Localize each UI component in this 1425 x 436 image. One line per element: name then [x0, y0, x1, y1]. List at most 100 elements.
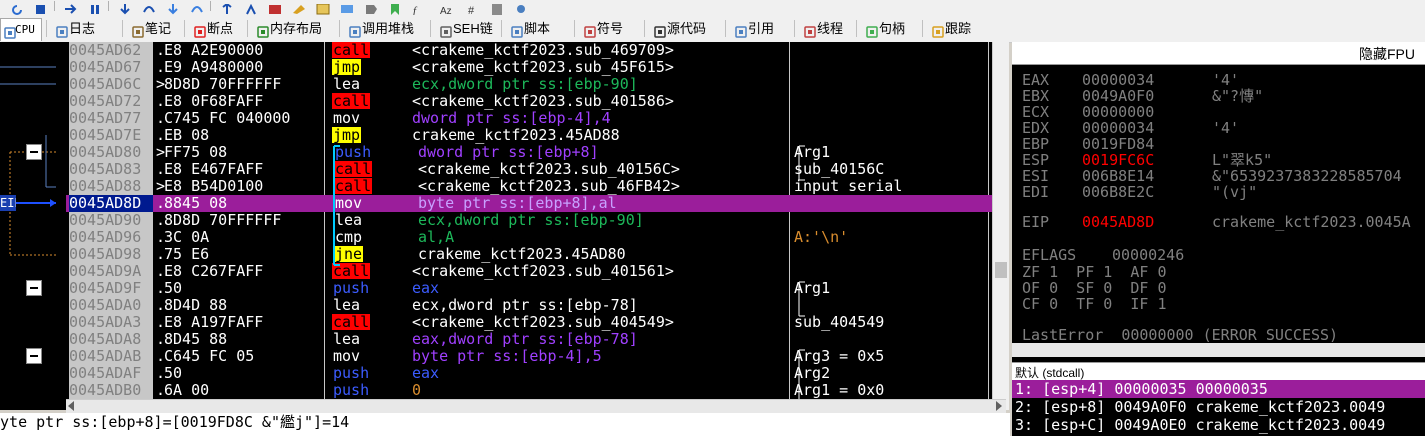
run-icon[interactable] [64, 0, 78, 14]
register-name: EDX [1022, 119, 1050, 137]
stack-args-header[interactable]: 默认 (stdcall) [1012, 362, 1425, 381]
scrollbar-thumb[interactable] [995, 262, 1007, 278]
step-into-alt-icon[interactable] [166, 0, 180, 15]
register-row[interactable]: EBX 0049A0F0 &"?慱" [1022, 88, 1422, 104]
registers-header[interactable]: 隐藏FPU [1012, 42, 1425, 65]
disassembly-vertical-scrollbar[interactable] [992, 42, 1009, 410]
register-row[interactable]: ESI 006B8E14 &"6539237383228585704 [1022, 168, 1422, 184]
collapse-toggle[interactable] [26, 348, 42, 364]
eflags-name: EFLAGS [1022, 246, 1077, 264]
tab-label: 笔记 [145, 21, 172, 36]
register-value[interactable]: 0045AD8D [1082, 214, 1154, 230]
tab-label: 断点 [207, 21, 234, 36]
tab-memory-map[interactable]: 内存布局 [253, 18, 337, 40]
tab-threads[interactable]: 线程 [800, 18, 854, 40]
register-name: EBX [1022, 87, 1050, 105]
tab-log[interactable]: 日志 [52, 18, 120, 40]
register-row[interactable]: EDI 006B8E2C "(vj" [1022, 184, 1422, 200]
last-error: LastError 00000000 (ERROR_SUCCESS) [1022, 326, 1339, 344]
stack-arg-row[interactable]: 2: [esp+8] 0049A0F0 crakeme_kctf2023.004… [1012, 398, 1425, 416]
function-icon[interactable]: f [412, 0, 426, 16]
branch-gutter[interactable]: EIP [0, 42, 66, 410]
animate-icon[interactable] [268, 0, 282, 14]
register-comment: crakeme_kctf2023.0045A [1212, 213, 1411, 231]
calculator-icon[interactable] [490, 0, 504, 15]
flags-row[interactable]: ZF 1 PF 1 AF 0 [1022, 264, 1167, 280]
bookmarks-icon[interactable] [388, 0, 402, 15]
stack-arg-text: 1: [esp+4] 00000035 00000035 [1015, 380, 1268, 398]
tab-handles[interactable]: 句柄 [862, 18, 920, 40]
register-name: EIP [1022, 213, 1050, 231]
stack-arg-row[interactable]: 1: [esp+4] 00000035 00000035 [1012, 380, 1425, 398]
calling-convention[interactable]: 默认 (stdcall) [1015, 364, 1084, 381]
register-row[interactable]: EIP 0045AD8D crakeme_kctf2023.0045A [1022, 214, 1422, 230]
register-value[interactable]: 006B8E14 [1082, 168, 1154, 184]
stack-arg-text: 3: [esp+C] 0049A0E0 crakeme_kctf2023.004… [1015, 416, 1386, 434]
register-comment: "(vj" [1212, 183, 1258, 201]
flags-row[interactable]: CF 0 TF 0 IF 1 [1022, 296, 1167, 312]
register-value[interactable]: 0019FD84 [1082, 136, 1154, 152]
tab-symbols[interactable]: 符号 [580, 18, 642, 40]
step-over-alt-icon[interactable] [190, 0, 204, 13]
register-row[interactable]: EBP 0019FD84 [1022, 136, 1422, 152]
labels-icon[interactable] [364, 0, 378, 14]
register-value[interactable]: 0019FC6C [1082, 152, 1154, 168]
flags-row[interactable]: OF 0 SF 0 DF 0 [1022, 280, 1167, 296]
tab-label: 线程 [817, 21, 844, 36]
script-toolbar-icon[interactable] [316, 0, 330, 15]
registers-panel[interactable]: 隐藏FPU EAX 00000034 '4' EBX 0049A0F0 &"?慱" ECX 0… [1012, 42, 1425, 362]
tab-trace[interactable]: 跟踪 [928, 18, 988, 40]
register-value[interactable]: 00000034 [1082, 120, 1154, 136]
comments-icon[interactable] [340, 0, 354, 13]
collapse-toggle[interactable] [26, 280, 42, 296]
status-text: byte ptr ss:[ebp+8]=[0019FD8C &"繿j"]=14 [0, 413, 350, 431]
disassembly-horizontal-scrollbar[interactable] [66, 399, 1006, 413]
scroll-left-arrow[interactable] [68, 401, 74, 411]
step-into-icon[interactable] [118, 0, 132, 15]
tab-label: 日志 [69, 21, 96, 36]
register-value[interactable]: 0049A0F0 [1082, 88, 1154, 104]
tab-references[interactable]: 引用 [731, 18, 792, 40]
disassembly-view[interactable]: 0045AD62. E8 A2E90000 call <crakeme_kctf202… [66, 42, 992, 410]
execute-till-return-icon[interactable] [244, 0, 258, 15]
restart-icon[interactable] [10, 0, 24, 15]
register-value[interactable]: 006B8E2C [1082, 184, 1154, 200]
tab-seh[interactable]: SEH链 [436, 18, 499, 40]
register-row[interactable]: EAX 00000034 '4' [1022, 72, 1422, 88]
svg-text:Az: Az [440, 6, 452, 15]
handles-icon [866, 23, 878, 38]
register-row[interactable]: ESP 0019FC6C L"翠k5" [1022, 152, 1422, 168]
tab-breakpoint[interactable]: 断点 [190, 18, 245, 40]
pause-icon[interactable] [88, 0, 102, 14]
registers-scrollbar[interactable] [1012, 343, 1425, 357]
register-name: ESI [1022, 167, 1050, 185]
tab-notes[interactable]: 笔记 [128, 18, 182, 40]
eflags-row[interactable]: EFLAGS 00000246 [1022, 247, 1422, 263]
tab-call-stack[interactable]: 调用堆栈 [345, 18, 428, 40]
settings-icon[interactable] [514, 0, 528, 13]
register-value[interactable]: 00000034 [1082, 72, 1154, 88]
stack-args-view[interactable]: 1: [esp+4] 00000035 00000035 2: [esp+8] 0… [1012, 380, 1425, 436]
patch-icon[interactable] [292, 0, 306, 14]
register-comment: '4' [1212, 119, 1240, 137]
hash-icon[interactable]: # [466, 0, 480, 16]
stack-arg-text: 2: [esp+8] 0049A0F0 crakeme_kctf2023.004… [1015, 398, 1386, 416]
eflags-value[interactable]: 00000246 [1112, 247, 1184, 263]
tab-cpu[interactable]: CPU [0, 18, 42, 41]
tab-script[interactable]: 脚本 [507, 18, 572, 40]
stack-arg-row[interactable]: 3: [esp+C] 0049A0E0 crakeme_kctf2023.004… [1012, 416, 1425, 434]
font-icon[interactable]: Az [440, 0, 454, 16]
register-name: ECX [1022, 103, 1050, 121]
hide-fpu-button[interactable]: 隐藏FPU [1359, 44, 1415, 64]
tab-label: 源代码 [667, 21, 707, 36]
register-value[interactable]: 00000000 [1082, 104, 1154, 120]
register-row[interactable]: ECX 00000000 [1022, 104, 1422, 120]
register-row[interactable]: EDX 00000034 '4' [1022, 120, 1422, 136]
step-over-icon[interactable] [142, 0, 156, 13]
run-to-user-icon[interactable] [220, 0, 234, 14]
tab-source[interactable]: 源代码 [650, 18, 723, 40]
scroll-right-arrow[interactable] [996, 401, 1002, 411]
stop-icon[interactable] [34, 0, 48, 14]
tab-label: 符号 [597, 21, 624, 36]
collapse-toggle[interactable] [26, 144, 42, 160]
